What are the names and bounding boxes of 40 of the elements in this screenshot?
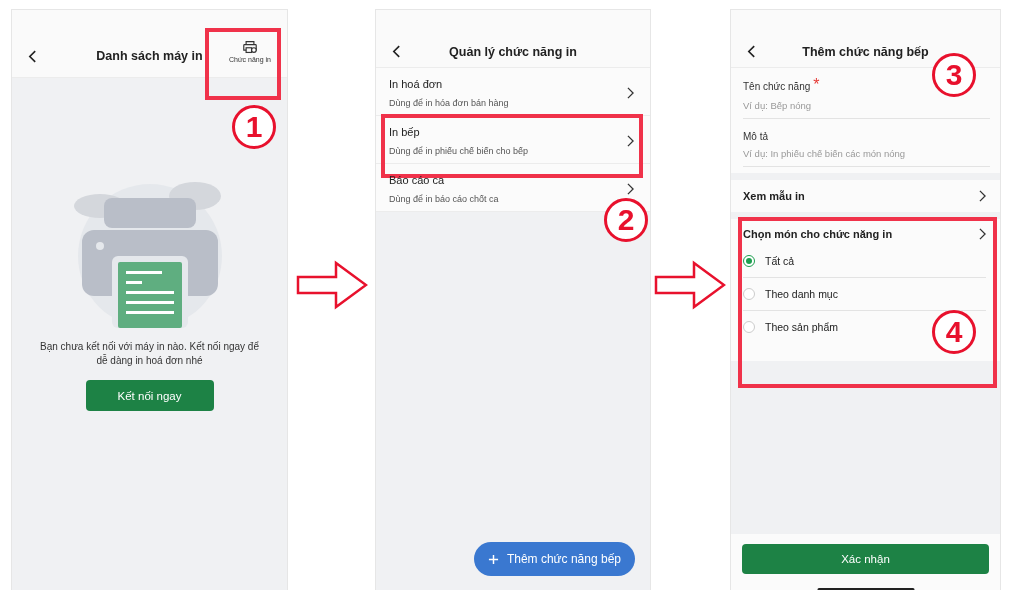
plus-icon (487, 553, 499, 565)
connect-button[interactable]: Kết nối ngay (85, 380, 214, 411)
back-icon[interactable] (28, 50, 37, 63)
input-field[interactable]: Ví dụ: In phiếu chế biến các món nóng (743, 146, 990, 161)
chevron-icon (627, 86, 634, 99)
confirm-button[interactable]: Xác nhận (742, 544, 989, 574)
radio-button[interactable] (743, 321, 755, 333)
chevron-icon (627, 134, 634, 147)
item-description: Dùng để in hóa đơn bán hàng (389, 97, 510, 108)
screen-title: Thêm chức năng bếp (802, 45, 929, 59)
back-icon[interactable] (392, 45, 401, 58)
radio-button[interactable] (743, 288, 755, 300)
back-icon[interactable] (747, 45, 756, 58)
right-arrow (296, 260, 368, 310)
screen-title: Quản lý chức năng in (449, 45, 577, 59)
field-label: Mô tả (743, 131, 768, 142)
option-label[interactable]: Tất cả (765, 255, 795, 267)
function-list-item[interactable]: In hoá đơn Dùng để in hóa đơn bán hàng (376, 68, 650, 116)
radio-button[interactable] (743, 255, 755, 267)
item-title: In bếp (389, 125, 421, 138)
function-list-item[interactable]: In bếp Dùng để in phiếu chế biến cho bếp (376, 116, 650, 164)
right-arrow (654, 260, 726, 310)
item-description: Dùng để in báo cáo chốt ca (389, 193, 500, 204)
section-title: Chọn món cho chức năng in (743, 228, 893, 240)
item-description: Dùng để in phiếu chế biến cho bếp (389, 145, 530, 156)
empty-state-message: Bạn chưa kết nối với máy in nào. Kết nối ngay để dễ dàng in hoá đơn nhé (39, 340, 260, 368)
option-label[interactable]: Theo danh mục (765, 288, 838, 300)
input-field[interactable]: Ví dụ: Bếp nóng (743, 98, 990, 113)
chevron-icon (627, 182, 634, 195)
field-label: Tên chức năng (743, 81, 811, 92)
item-title: In hoá đơn (389, 77, 444, 90)
preview-row[interactable]: Xem mẫu in (731, 180, 1000, 212)
chevron-icon (979, 190, 986, 202)
screen-title: Danh sách máy in (96, 49, 203, 63)
chevron-icon (979, 228, 986, 240)
printer-gear-icon (241, 40, 258, 54)
required-mark: * (813, 76, 820, 94)
option-label[interactable]: Theo sản phẩm (765, 321, 838, 333)
add-function-button[interactable]: Thêm chức năng bếp (473, 542, 635, 576)
row-title: Xem mẫu in (743, 190, 805, 202)
